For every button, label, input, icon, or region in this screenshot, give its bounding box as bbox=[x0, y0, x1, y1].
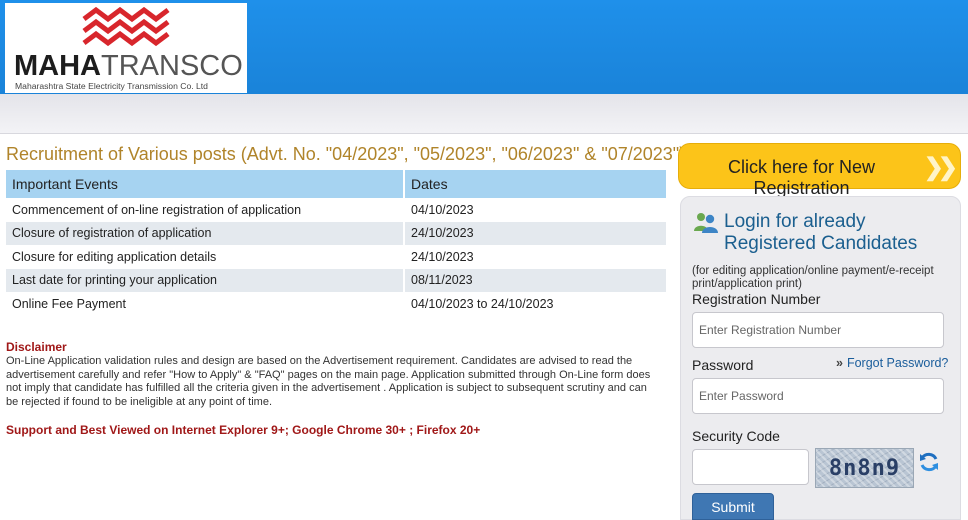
logo-wordmark-light: TRANSCO bbox=[101, 50, 243, 82]
header-subbar bbox=[0, 94, 968, 134]
table-row: Commencement of on-line registration of … bbox=[6, 198, 668, 222]
table-row: Last date for printing your application … bbox=[6, 268, 668, 292]
column-header-events: Important Events bbox=[6, 170, 405, 198]
password-label: Password bbox=[692, 357, 754, 373]
double-chevron-right-icon: ❯❯ bbox=[923, 154, 958, 181]
new-registration-label: Click here for New Registration bbox=[727, 157, 876, 198]
security-code-input[interactable] bbox=[692, 449, 809, 485]
table-row: Online Fee Payment 04/10/2023 to 24/10/2… bbox=[6, 292, 668, 316]
table-header-row: Important Events Dates bbox=[6, 170, 668, 198]
event-cell: Closure for editing application details bbox=[6, 245, 405, 269]
disclaimer-heading: Disclaimer bbox=[6, 340, 67, 354]
date-cell: 24/10/2023 bbox=[404, 221, 668, 245]
forgot-password-link[interactable]: » Forgot Password? bbox=[836, 356, 948, 370]
logo-subtitle: Maharashtra State Electricity Transmissi… bbox=[15, 81, 208, 91]
column-header-dates: Dates bbox=[404, 170, 668, 198]
page-title: Recruitment of Various posts (Advt. No. … bbox=[6, 144, 686, 164]
date-cell: 04/10/2023 bbox=[404, 198, 668, 222]
event-cell: Commencement of on-line registration of … bbox=[6, 198, 405, 222]
event-cell: Closure of registration of application bbox=[6, 221, 405, 245]
captcha-image: 8n8n9 bbox=[815, 448, 914, 488]
date-cell: 04/10/2023 to 24/10/2023 bbox=[404, 292, 668, 316]
login-heading: Login for already Registered Candidates bbox=[724, 211, 918, 254]
double-chevron-right-icon: » bbox=[836, 356, 843, 370]
forgot-password-label: Forgot Password? bbox=[846, 356, 949, 370]
logo-wordmark: MAHATRANSCO bbox=[14, 51, 243, 81]
refresh-captcha-icon[interactable] bbox=[918, 451, 940, 473]
submit-button[interactable]: Submit bbox=[692, 493, 774, 520]
table-row: Closure of registration of application 2… bbox=[6, 221, 668, 245]
security-code-label: Security Code bbox=[692, 428, 780, 444]
new-registration-button[interactable]: Click here for New Registration ❯❯ bbox=[678, 143, 961, 198]
users-icon bbox=[694, 213, 718, 233]
site-header: MAHATRANSCO Maharashtra State Electricit… bbox=[0, 0, 968, 94]
event-cell: Online Fee Payment bbox=[6, 292, 405, 316]
browser-support-notice: Support and Best Viewed on Internet Expl… bbox=[6, 423, 481, 437]
date-cell: 08/11/2023 bbox=[404, 268, 668, 292]
mahatransco-logo[interactable]: MAHATRANSCO Maharashtra State Electricit… bbox=[5, 3, 247, 93]
login-note: (for editing application/online payment/… bbox=[692, 265, 934, 290]
transmission-waves-icon bbox=[82, 7, 170, 47]
registration-number-label: Registration Number bbox=[692, 291, 821, 307]
password-input[interactable] bbox=[692, 378, 944, 414]
logo-wordmark-bold: MAHA bbox=[14, 50, 101, 82]
registration-number-input[interactable] bbox=[692, 312, 944, 348]
important-events-table: Important Events Dates Commencement of o… bbox=[6, 170, 668, 316]
captcha-text: 8n8n9 bbox=[828, 456, 901, 481]
disclaimer-text: On-Line Application validation rules and… bbox=[6, 355, 651, 408]
date-cell: 24/10/2023 bbox=[404, 245, 668, 269]
table-row: Closure for editing application details … bbox=[6, 245, 668, 269]
event-cell: Last date for printing your application bbox=[6, 268, 405, 292]
